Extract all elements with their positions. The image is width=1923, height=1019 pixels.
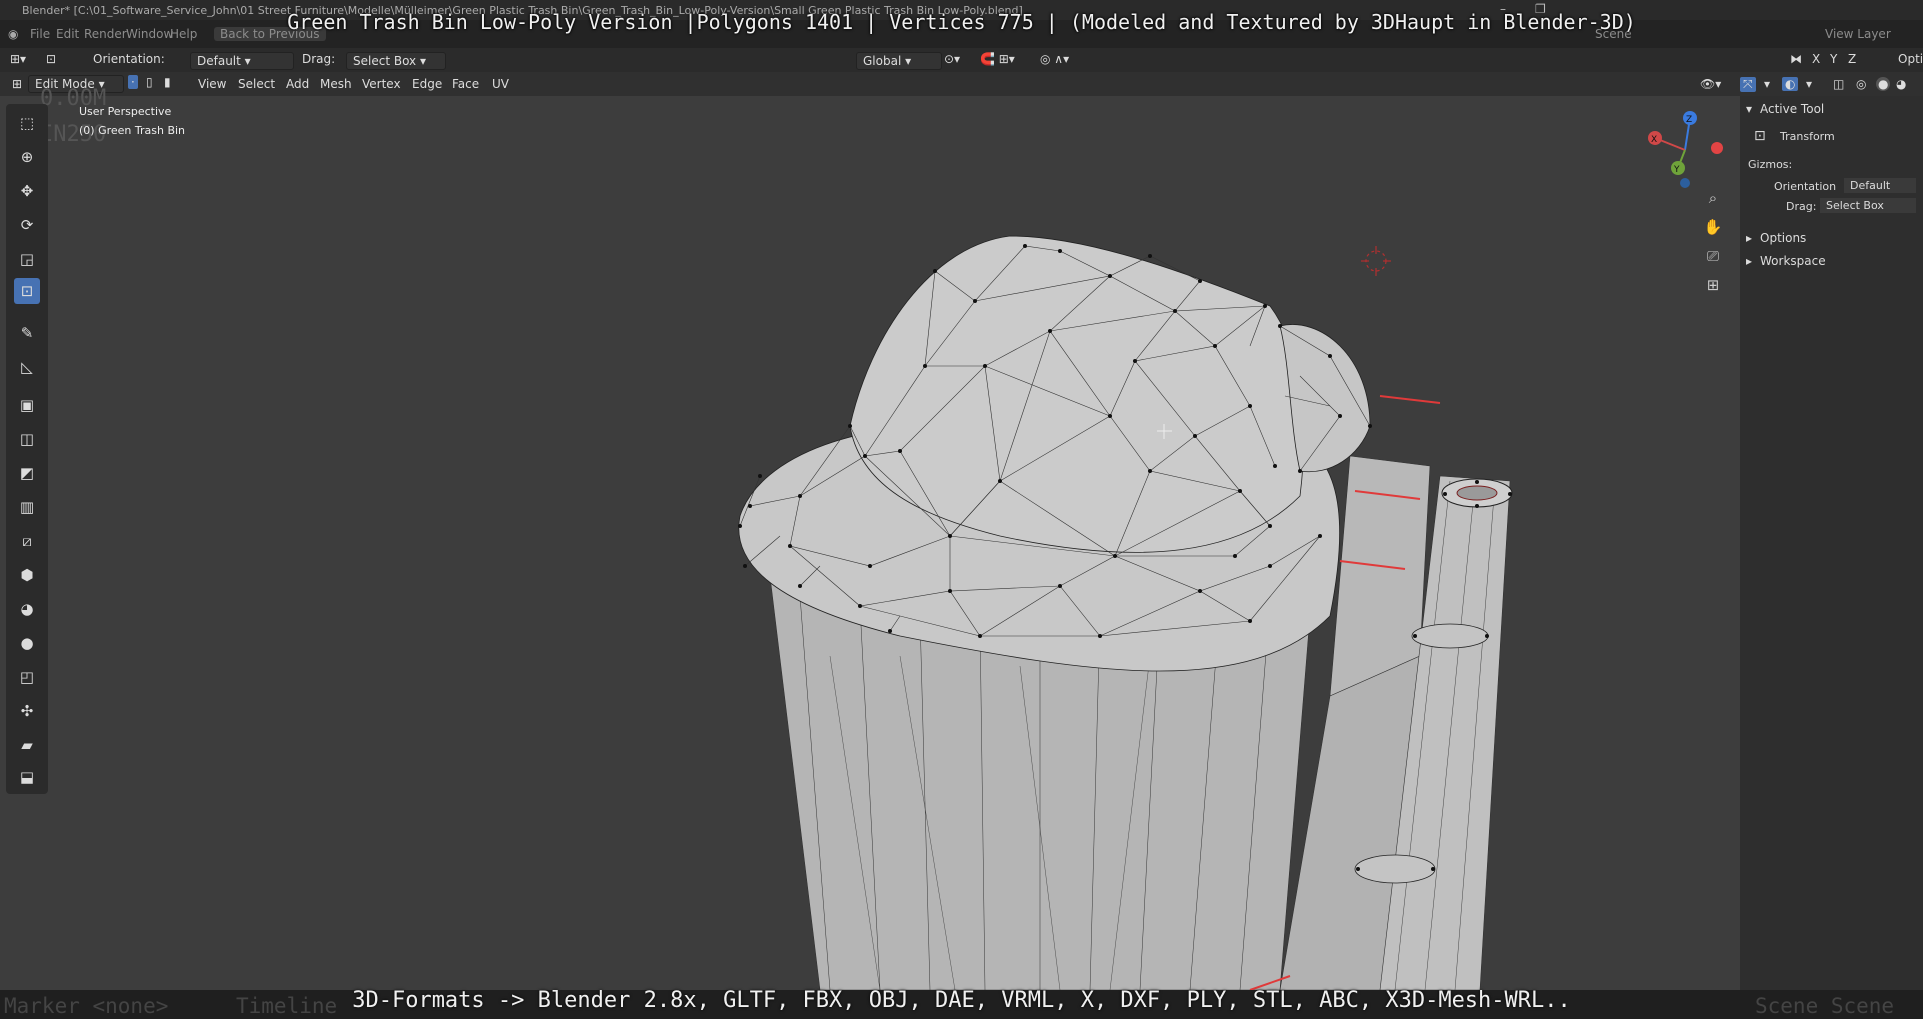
drag-dropdown[interactable]: Select Box ▾ [346, 52, 446, 70]
menu-uv[interactable]: UV [492, 77, 509, 91]
shear-icon[interactable]: ▰ [14, 732, 40, 758]
wireframe-shading-icon[interactable]: ◎ [1856, 77, 1866, 91]
proportional-edit-icon[interactable]: ◎ ∧▾ [1040, 52, 1069, 66]
tool-settings-header: ⊞▾ ⊡ Orientation: Default ▾ Drag: Select… [0, 48, 1923, 72]
sidebar-n-panel: ▾ Active Tool ⊡ Transform Gizmos: Orient… [1740, 96, 1923, 990]
video-overlay-title: Green Trash Bin Low-Poly Version |Polygo… [287, 10, 1636, 34]
transform-orientation-value: Global [863, 54, 902, 68]
mirror-icon[interactable]: ⧓ [1790, 52, 1802, 66]
npanel-orientation-label: Orientation [1774, 180, 1837, 193]
active-tool-header[interactable]: Active Tool [1760, 102, 1824, 116]
viewport-object-label: (0) Green Trash Bin [79, 124, 186, 137]
active-tool-name: Transform [1780, 130, 1835, 143]
gizmo-x-label: X [1651, 135, 1657, 145]
edge-select-icon[interactable]: ▯ [146, 75, 153, 89]
extrude-icon[interactable]: ▣ [14, 392, 40, 418]
inset-icon[interactable]: ◫ [14, 426, 40, 452]
overlay-toggle-icon[interactable]: ◐ [1782, 77, 1799, 91]
xray-icon[interactable]: ◫ [1833, 77, 1844, 91]
solid-shading-icon[interactable]: ● [1876, 77, 1891, 91]
annotate-icon[interactable]: ✎ [14, 320, 40, 346]
options-expand-icon[interactable]: ▸ [1746, 231, 1752, 245]
visibility-icon[interactable]: 👁▾ [1700, 77, 1721, 91]
orientation-label: Orientation: [93, 52, 165, 66]
cursor-icon[interactable]: ⊕ [14, 144, 40, 170]
face-select-icon[interactable]: ▮ [164, 75, 171, 89]
spin-icon[interactable]: ◕ [14, 596, 40, 622]
menu-edge[interactable]: Edge [412, 77, 442, 91]
select-box-icon[interactable]: ⬚ [14, 110, 40, 136]
npanel-drag-value: Select Box [1826, 199, 1884, 212]
knife-icon[interactable]: ⧄ [14, 528, 40, 554]
npanel-orientation-dropdown[interactable]: Default [1844, 178, 1916, 193]
menu-mesh[interactable]: Mesh [320, 77, 352, 91]
shrink-fatten-icon[interactable]: ✣ [14, 698, 40, 724]
axis-x-toggle[interactable]: X [1812, 52, 1820, 66]
trash-bin-mesh [738, 235, 1513, 990]
menu-face[interactable]: Face [452, 77, 479, 91]
axis-y-toggle[interactable]: Y [1830, 52, 1837, 66]
gizmo-toggle-icon[interactable]: ⤧ [1740, 77, 1756, 92]
left-toolbar: ⬚ ⊕ ✥ ⟳ ◲ ⊡ ✎ ◺ ▣ ◫ ◩ ▥ ⧄ ⬢ ◕ ● ◰ ✣ ▰ ⬓ [6, 104, 48, 794]
material-shading-icon[interactable]: ◕ [1896, 77, 1906, 91]
video-overlay-formats: 3D-Formats -> Blender 2.8x, GLTF, FBX, O… [352, 988, 1571, 1013]
bevel-icon[interactable]: ◩ [14, 460, 40, 486]
move-icon[interactable]: ✥ [14, 178, 40, 204]
menu-select[interactable]: Select [238, 77, 275, 91]
loop-cut-icon[interactable]: ▥ [14, 494, 40, 520]
transform-orientation-dropdown[interactable]: Global ▾ [856, 52, 942, 70]
rip-region-icon[interactable]: ⬓ [14, 764, 40, 790]
pan-hand-icon[interactable]: ✋ [1700, 214, 1726, 240]
gizmo-z-label: Z [1686, 115, 1692, 125]
orientation-value: Default [197, 54, 241, 68]
overlay-dropdown-icon[interactable]: ▾ [1806, 77, 1812, 91]
orientation-dropdown[interactable]: Default ▾ [190, 52, 294, 70]
vertex-select-icon[interactable]: ⋅ [128, 75, 138, 89]
editor-type-small-icon[interactable]: ⊞ [12, 77, 22, 91]
menu-view[interactable]: View [198, 77, 226, 91]
drag-value: Select Box [353, 54, 417, 68]
viewport-perspective-label: User Perspective [79, 105, 172, 118]
edge-slide-icon[interactable]: ◰ [14, 664, 40, 690]
camera-icon[interactable]: ⎚ [1700, 243, 1726, 269]
drag-label: Drag: [302, 52, 336, 66]
workspace-section[interactable]: Workspace [1760, 254, 1826, 268]
navigation-gizmo[interactable]: Z X Y [1645, 110, 1725, 190]
npanel-orientation-value: Default [1850, 179, 1891, 192]
npanel-drag-label: Drag: [1786, 200, 1817, 213]
gizmos-label: Gizmos: [1748, 158, 1793, 171]
rotate-icon[interactable]: ⟳ [14, 212, 40, 238]
gizmo-dropdown-icon[interactable]: ▾ [1764, 77, 1770, 91]
transform-icon[interactable]: ⊡ [14, 278, 40, 304]
active-tool-icon[interactable]: ⊡ [46, 52, 56, 66]
gizmo-y-label: Y [1673, 165, 1680, 175]
editor-type-icon[interactable]: ⊞▾ [10, 52, 26, 66]
pivot-point-icon[interactable]: ⊙▾ [944, 52, 960, 66]
snap-icon[interactable]: 🧲 ⊞▾ [980, 52, 1015, 66]
options-menu[interactable]: Optio [1898, 52, 1923, 66]
ortho-grid-icon[interactable]: ⊞ [1700, 272, 1726, 298]
transform-tool-icon[interactable]: ⊡ [1754, 128, 1766, 144]
menu-vertex[interactable]: Vertex [362, 77, 401, 91]
smooth-icon[interactable]: ● [14, 630, 40, 656]
options-section[interactable]: Options [1760, 231, 1806, 245]
npanel-drag-dropdown[interactable]: Select Box [1820, 198, 1916, 213]
poly-build-icon[interactable]: ⬢ [14, 562, 40, 588]
menu-add[interactable]: Add [286, 77, 309, 91]
viewport-header: ⊞ Edit Mode ▾ ⋅ ▯ ▮ View Select Add Mesh… [0, 72, 1923, 96]
workspace-expand-icon[interactable]: ▸ [1746, 254, 1752, 268]
axis-z-toggle[interactable]: Z [1848, 52, 1856, 66]
measure-icon[interactable]: ◺ [14, 354, 40, 380]
zoom-icon[interactable]: ⌕ [1700, 185, 1726, 211]
scale-icon[interactable]: ◲ [14, 246, 40, 272]
3d-viewport[interactable]: Z X Y [0, 96, 1740, 990]
active-tool-collapse-icon[interactable]: ▾ [1746, 102, 1752, 116]
